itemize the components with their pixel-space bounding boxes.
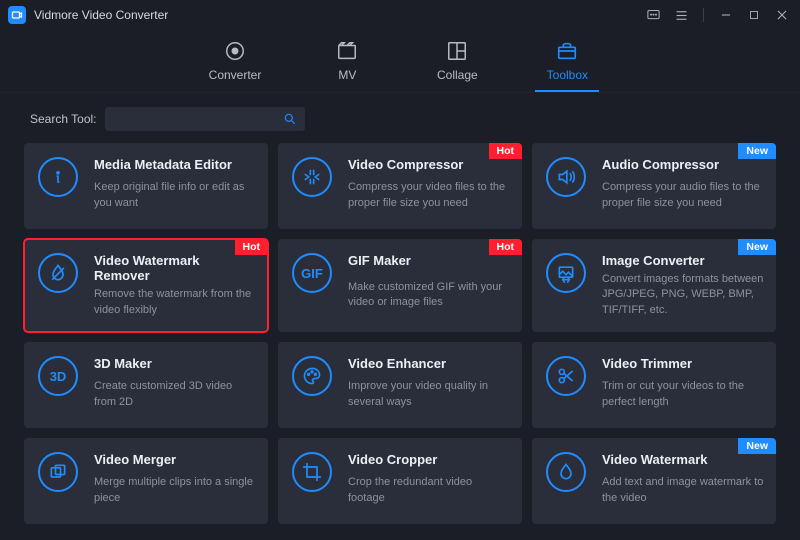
tool-desc: Compress your audio files to the proper …	[602, 180, 764, 215]
badge-new: New	[738, 438, 776, 454]
gif-icon: GIF	[292, 253, 332, 293]
nav-label: Toolbox	[547, 68, 588, 82]
tool-title: Image Converter	[602, 253, 764, 268]
tool-title: Media Metadata Editor	[94, 157, 256, 176]
tool-title: Video Trimmer	[602, 356, 764, 375]
tool-desc: Make customized GIF with your video or i…	[348, 280, 510, 318]
tool-3d-maker[interactable]: 3D 3D Maker Create customized 3D video f…	[24, 342, 268, 428]
menu-icon[interactable]	[673, 7, 689, 23]
merge-icon	[38, 452, 78, 492]
minimize-button[interactable]	[718, 7, 734, 23]
nav-collage[interactable]: Collage	[427, 36, 487, 92]
badge-hot: Hot	[489, 239, 523, 255]
tool-title: Video Enhancer	[348, 356, 510, 375]
nav-label: Collage	[437, 68, 478, 82]
tool-gif-maker[interactable]: Hot GIF GIF Maker Make customized GIF wi…	[278, 239, 522, 332]
nav-label: MV	[338, 68, 356, 82]
mv-icon	[336, 40, 358, 62]
palette-icon	[292, 356, 332, 396]
info-icon	[38, 157, 78, 197]
main-nav: Converter MV Collage Toolbox	[0, 30, 800, 93]
tool-video-trimmer[interactable]: Video Trimmer Trim or cut your videos to…	[532, 342, 776, 428]
search-label: Search Tool:	[30, 112, 97, 126]
badge-new: New	[738, 239, 776, 255]
toolbox-icon	[556, 40, 578, 62]
tool-title: Audio Compressor	[602, 157, 764, 176]
scissors-icon	[546, 356, 586, 396]
tool-desc: Trim or cut your videos to the perfect l…	[602, 379, 764, 414]
droplet-slash-icon	[38, 253, 78, 293]
search-box[interactable]	[105, 107, 305, 131]
titlebar-separator	[703, 8, 704, 22]
app-logo	[8, 6, 26, 24]
collage-icon	[446, 40, 468, 62]
titlebar: Vidmore Video Converter	[0, 0, 800, 30]
tool-title: GIF Maker	[348, 253, 510, 276]
search-input[interactable]	[113, 112, 275, 126]
badge-hot: Hot	[235, 239, 269, 255]
tool-media-metadata-editor[interactable]: Media Metadata Editor Keep original file…	[24, 143, 268, 229]
maximize-button[interactable]	[746, 7, 762, 23]
audio-icon	[546, 157, 586, 197]
tool-desc: Create customized 3D video from 2D	[94, 379, 256, 414]
tool-video-cropper[interactable]: Video Cropper Crop the redundant video f…	[278, 438, 522, 524]
tool-title: Video Cropper	[348, 452, 510, 471]
tool-video-watermark[interactable]: New Video Watermark Add text and image w…	[532, 438, 776, 524]
tool-desc: Convert images formats between JPG/JPEG,…	[602, 272, 764, 318]
tool-desc: Compress your video files to the proper …	[348, 180, 510, 215]
tool-desc: Keep original file info or edit as you w…	[94, 180, 256, 215]
tool-title: Video Watermark Remover	[94, 253, 256, 283]
feedback-icon[interactable]	[645, 7, 661, 23]
tool-video-watermark-remover[interactable]: Hot Video Watermark Remover Remove the w…	[24, 239, 268, 332]
titlebar-left: Vidmore Video Converter	[8, 6, 168, 24]
tool-title: Video Watermark	[602, 452, 764, 471]
tool-desc: Crop the redundant video footage	[348, 475, 510, 510]
image-convert-icon	[546, 253, 586, 293]
tool-desc: Add text and image watermark to the vide…	[602, 475, 764, 510]
tool-desc: Improve your video quality in several wa…	[348, 379, 510, 414]
tool-video-merger[interactable]: Video Merger Merge multiple clips into a…	[24, 438, 268, 524]
tool-desc: Remove the watermark from the video flex…	[94, 287, 256, 318]
tool-grid: Media Metadata Editor Keep original file…	[0, 143, 800, 540]
nav-toolbox[interactable]: Toolbox	[537, 36, 597, 92]
nav-mv[interactable]: MV	[317, 36, 377, 92]
crop-icon	[292, 452, 332, 492]
search-icon[interactable]	[283, 112, 297, 126]
nav-label: Converter	[209, 68, 262, 82]
nav-converter[interactable]: Converter	[203, 36, 268, 92]
tool-video-enhancer[interactable]: Video Enhancer Improve your video qualit…	[278, 342, 522, 428]
tool-video-compressor[interactable]: Hot Video Compressor Compress your video…	[278, 143, 522, 229]
searchbar: Search Tool:	[0, 93, 800, 143]
tool-title: Video Compressor	[348, 157, 510, 176]
close-button[interactable]	[774, 7, 790, 23]
tool-title: 3D Maker	[94, 356, 256, 375]
3d-icon: 3D	[38, 356, 78, 396]
compress-icon	[292, 157, 332, 197]
badge-hot: Hot	[489, 143, 523, 159]
app-title: Vidmore Video Converter	[34, 8, 168, 22]
converter-icon	[224, 40, 246, 62]
tool-audio-compressor[interactable]: New Audio Compressor Compress your audio…	[532, 143, 776, 229]
tool-desc: Merge multiple clips into a single piece	[94, 475, 256, 510]
badge-new: New	[738, 143, 776, 159]
tool-title: Video Merger	[94, 452, 256, 471]
droplet-icon	[546, 452, 586, 492]
tool-image-converter[interactable]: New Image Converter Convert images forma…	[532, 239, 776, 332]
titlebar-right	[645, 7, 790, 23]
